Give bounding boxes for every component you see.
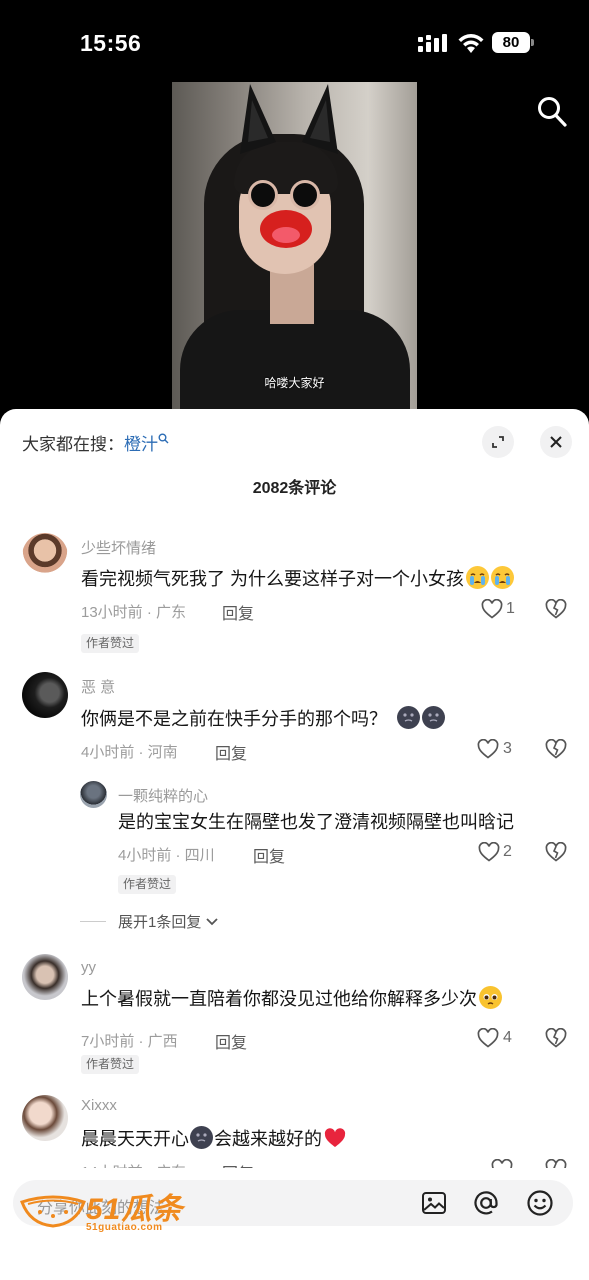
reply-text: 是的宝宝女生在隔壁也发了澄清视频隔壁也叫晗记 — [118, 812, 514, 832]
comment-text-body: 上个暑假就一直陪着你都没见过他给你解释多少次 — [81, 989, 477, 1009]
search-small-icon — [158, 433, 169, 453]
video-tongue — [272, 227, 300, 243]
expand-icon — [492, 436, 504, 448]
red-heart-icon — [324, 1128, 346, 1147]
emoji-icon[interactable] — [525, 1188, 555, 1218]
dislike-heart-icon[interactable] — [545, 739, 567, 759]
battery-level: 80 — [492, 32, 530, 53]
reply-button[interactable]: 回复 — [215, 740, 247, 764]
trending-search[interactable]: 大家都在搜：橙汁 — [22, 430, 169, 455]
chevron-down-icon — [206, 918, 218, 926]
expand-replies-label: 展开1条回复 — [118, 914, 202, 931]
heart-outline-icon[interactable] — [478, 842, 500, 862]
trending-search-prefix: 大家都在搜： — [22, 435, 124, 454]
reply-avatar[interactable] — [80, 781, 107, 808]
watermark-site: 51guatiao.com — [86, 1222, 163, 1233]
comment-text: 看完视频气死我了 为什么要这样子对一个小女孩 — [81, 565, 514, 591]
close-icon — [550, 436, 562, 448]
expand-replies-button[interactable]: 展开1条回复 — [118, 911, 219, 932]
heart-outline-icon[interactable] — [477, 1028, 499, 1048]
avatar[interactable] — [22, 954, 68, 1000]
video-cat-ears — [240, 84, 338, 154]
video-eye-right — [290, 180, 320, 210]
video-player[interactable]: 哈喽大家好 — [172, 82, 417, 410]
comment-username[interactable]: yy — [81, 959, 96, 976]
reply-button[interactable]: 回复 — [253, 843, 285, 867]
comment-text-part1: 晨晨天天开心 — [81, 1129, 189, 1149]
expand-button[interactable] — [482, 426, 514, 458]
comment-time-location: 7小时前 · 广西 — [81, 1033, 178, 1050]
crying-emoji-icon — [466, 566, 489, 589]
screen: 15:56 80 哈喽大家好 大家都在搜：橙汁 2082条评论 少些坏情绪 看完… — [0, 0, 589, 1280]
comment-time-location: 13小时前 · 广东 — [81, 604, 187, 621]
comment-text: 上个暑假就一直陪着你都没见过他给你解释多少次 — [81, 985, 502, 1011]
pleading-emoji-icon — [479, 986, 502, 1009]
heart-outline-icon[interactable] — [481, 599, 503, 619]
expand-divider — [80, 921, 106, 922]
author-liked-badge: 作者赞过 — [118, 875, 177, 894]
like-count: 2 — [503, 843, 512, 860]
author-liked-badge: 作者赞过 — [81, 1055, 140, 1074]
like-count: 1 — [506, 600, 515, 617]
comment-text-body: 看完视频气死我了 为什么要这样子对一个小女孩 — [81, 569, 464, 589]
watermark-melon-icon — [20, 1195, 86, 1228]
author-liked-badge: 作者赞过 — [81, 634, 140, 653]
status-bar: 15:56 80 — [0, 0, 589, 80]
like-count: 3 — [503, 740, 512, 757]
close-button[interactable] — [540, 426, 572, 458]
image-icon[interactable] — [419, 1188, 449, 1218]
wifi-icon — [458, 34, 484, 53]
dark-face-emoji-icon — [422, 706, 445, 729]
avatar[interactable] — [22, 672, 68, 718]
video-eye-left — [248, 180, 278, 210]
comment-username[interactable]: 少些坏情绪 — [81, 537, 156, 558]
comment-text-part2: 会越来越好的 — [214, 1129, 322, 1149]
comment-username[interactable]: 恶 意 — [81, 676, 115, 697]
battery-tip — [531, 39, 534, 46]
reply-time-location: 4小时前 · 四川 — [118, 847, 215, 864]
dark-face-emoji-icon — [190, 1126, 213, 1149]
battery-icon: 80 — [492, 32, 534, 54]
comment-text: 你俩是不是之前在快手分手的那个吗？ — [81, 705, 445, 731]
dislike-heart-icon[interactable] — [545, 599, 567, 619]
comment-sheet: 大家都在搜：橙汁 2082条评论 少些坏情绪 看完视频气死我了 为什么要这样子对… — [0, 409, 589, 1280]
avatar[interactable] — [22, 1095, 68, 1141]
video-shirt — [180, 310, 410, 410]
comment-username[interactable]: Xixxx — [81, 1097, 117, 1114]
dislike-heart-icon[interactable] — [545, 842, 567, 862]
like-count: 4 — [503, 1029, 512, 1046]
crying-emoji-icon — [491, 566, 514, 589]
watermark-logo: 51瓜条 51guatiao.com — [18, 1188, 208, 1236]
signal-icon — [418, 34, 447, 52]
reply-username[interactable]: 一颗纯粹的心 — [118, 785, 208, 806]
comment-text-body: 你俩是不是之前在快手分手的那个吗？ — [81, 709, 387, 729]
comment-count: 2082条评论 — [252, 480, 337, 497]
reply-button[interactable]: 回复 — [215, 1029, 247, 1053]
dislike-heart-icon[interactable] — [545, 1028, 567, 1048]
search-icon[interactable] — [537, 96, 567, 128]
comment-list-fade — [0, 1168, 589, 1180]
reply-button[interactable]: 回复 — [222, 600, 254, 624]
avatar[interactable] — [22, 533, 68, 579]
comment-time-location: 4小时前 · 河南 — [81, 744, 178, 761]
status-time: 15:56 — [80, 30, 142, 56]
trending-search-keyword[interactable]: 橙汁 — [124, 435, 158, 454]
at-icon[interactable] — [471, 1188, 501, 1218]
heart-outline-icon[interactable] — [477, 739, 499, 759]
video-subtitle: 哈喽大家好 — [264, 376, 325, 390]
dark-face-emoji-icon — [397, 706, 420, 729]
comment-text: 晨晨天天开心 会越来越好的 — [81, 1125, 346, 1151]
